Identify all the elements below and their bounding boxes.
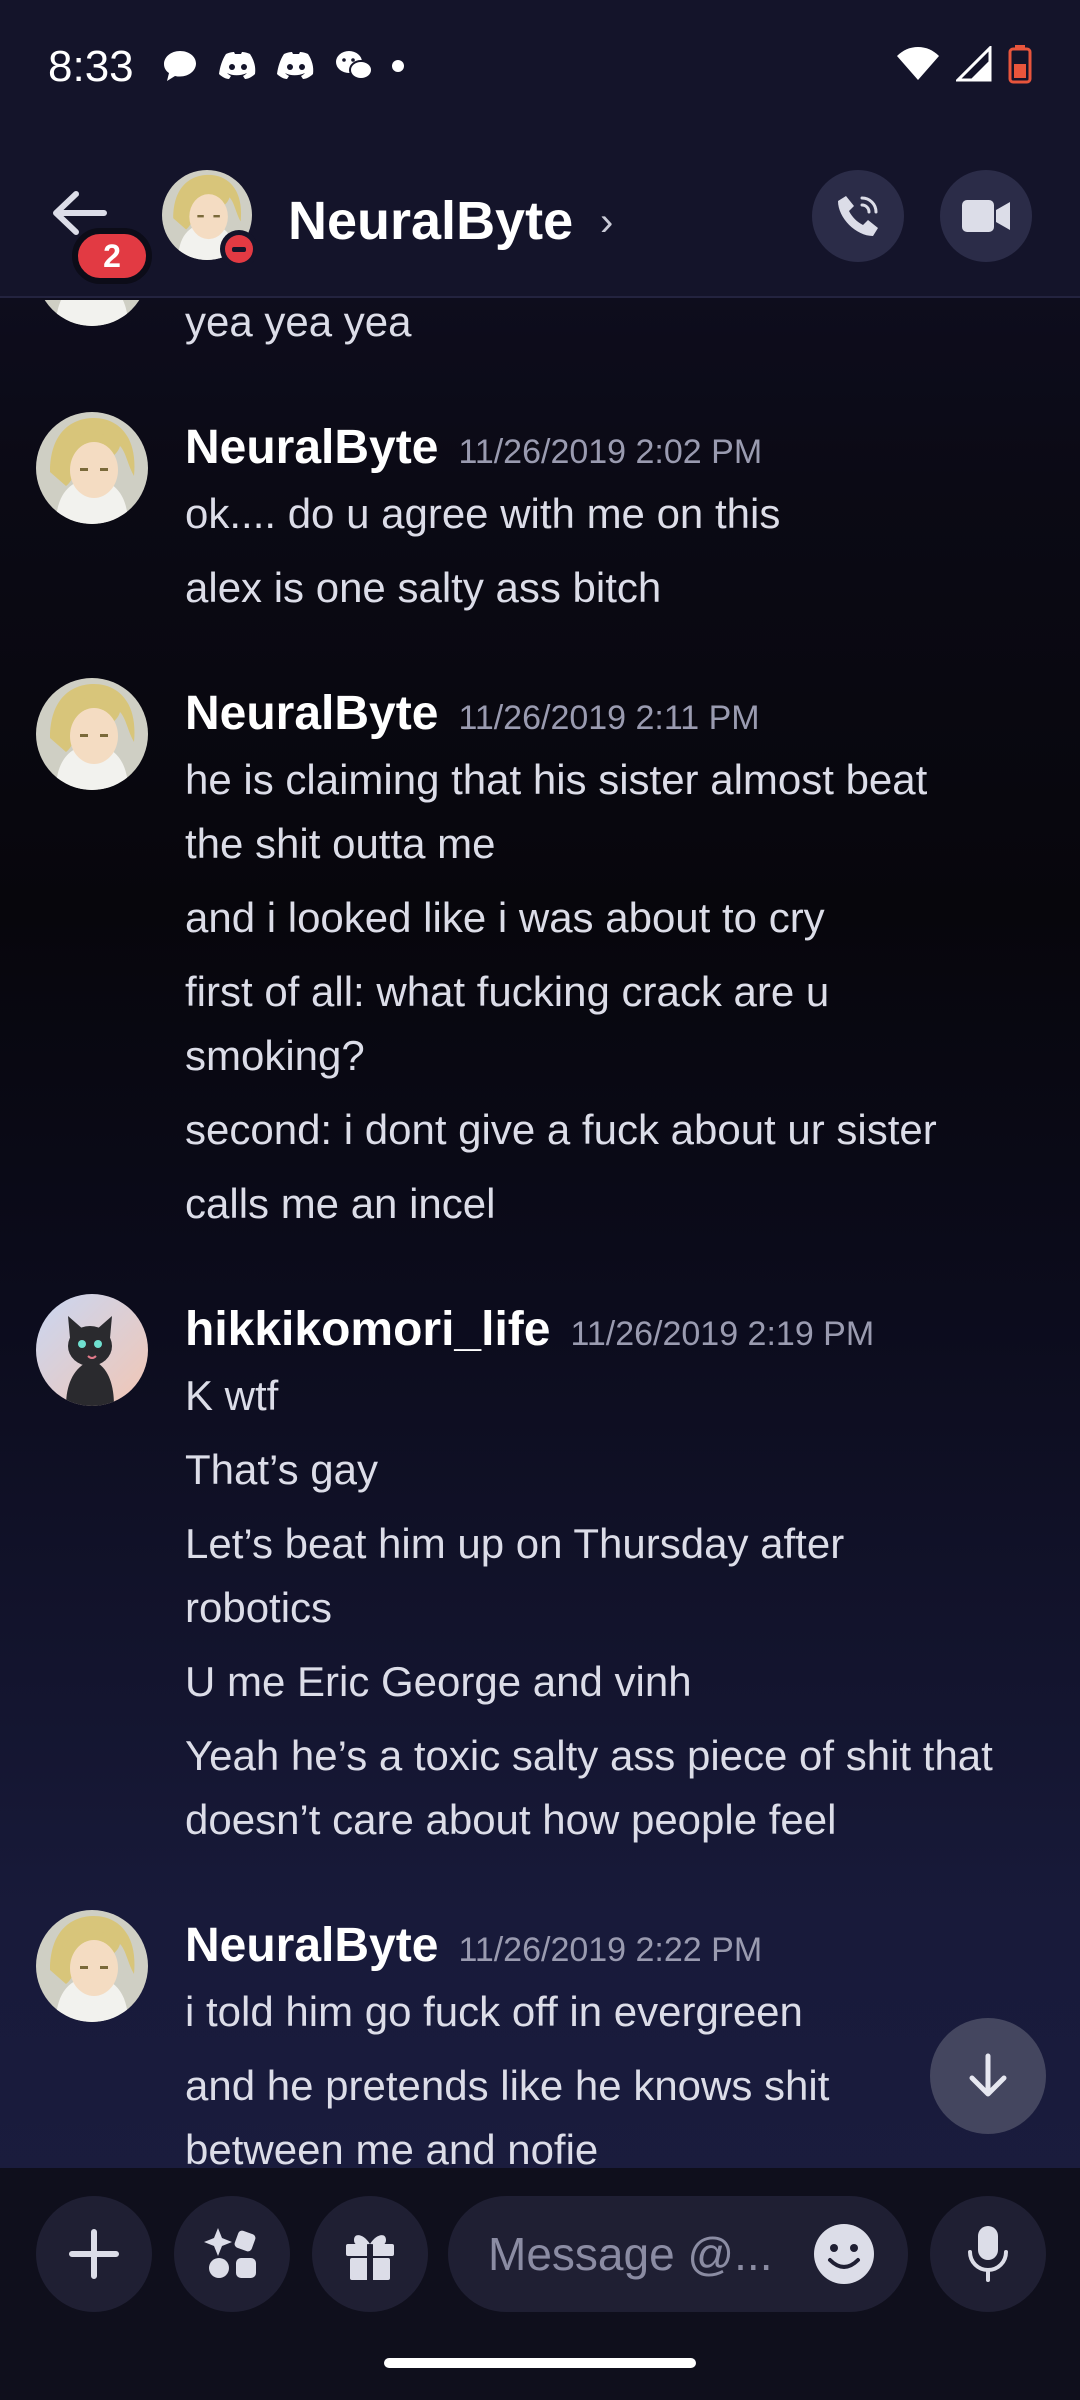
message-input[interactable]	[488, 2224, 788, 2284]
black-cat-avatar-icon	[36, 1294, 148, 1406]
message-text: yea yea yea	[185, 300, 412, 345]
message-author[interactable]: NeuralByte 11/26/2019 2:02 PM	[185, 420, 762, 475]
message-text[interactable]: and i looked like i was about to cry	[185, 886, 1045, 950]
message-text[interactable]: between me and nofie	[185, 2118, 1045, 2168]
message-timestamp: 11/26/2019 2:11 PM	[458, 699, 760, 737]
blonde-anime-avatar-icon	[36, 678, 148, 790]
message-list[interactable]: yea yea yea NeuralByte 11/26/2019 2:02 PM…	[0, 300, 1080, 2168]
gift-icon	[346, 2235, 394, 2280]
message-text[interactable]: the shit outta me	[185, 812, 1045, 876]
avatar[interactable]	[36, 1294, 148, 1406]
message-text[interactable]: calls me an incel	[185, 1172, 1045, 1236]
wifi-icon	[896, 46, 940, 87]
jump-to-bottom-button[interactable]	[930, 2018, 1046, 2134]
message-timestamp: 11/26/2019 2:19 PM	[570, 1315, 875, 1353]
emoji-button[interactable]	[812, 2222, 876, 2286]
attach-button[interactable]	[36, 2196, 152, 2312]
smiley-face-icon	[814, 2224, 874, 2284]
author-name[interactable]: NeuralByte	[185, 687, 438, 740]
message-text[interactable]: robotics	[185, 1576, 1045, 1640]
blonde-anime-avatar-icon	[36, 300, 148, 326]
more-notifications-dot	[392, 60, 404, 72]
chat-bubble-icon	[160, 48, 200, 84]
discord-icon	[218, 48, 258, 84]
avatar[interactable]	[36, 1910, 148, 2022]
author-name[interactable]: NeuralByte	[185, 1919, 438, 1972]
plus-icon	[69, 2229, 119, 2279]
dm-header: 2 NeuralByte ›	[0, 140, 1080, 298]
message-text[interactable]: alex is one salty ass bitch	[185, 556, 1045, 620]
avatar[interactable]	[36, 412, 148, 524]
voice-message-button[interactable]	[930, 2196, 1046, 2312]
message-author[interactable]: NeuralByte 11/26/2019 2:22 PM	[185, 1918, 762, 1973]
message-text[interactable]: That’s gay	[185, 1438, 1045, 1502]
notification-icons	[160, 48, 404, 84]
message-author[interactable]: hikkikomori_life 11/26/2019 2:19 PM	[185, 1302, 874, 1357]
home-indicator[interactable]	[384, 2358, 696, 2368]
video-camera-icon	[962, 200, 1010, 232]
avatar[interactable]	[36, 678, 148, 790]
message-text[interactable]: smoking?	[185, 1024, 1045, 1088]
apps-sparkle-icon	[204, 2228, 256, 2278]
wechat-icon	[334, 48, 374, 84]
battery-low-icon	[1008, 44, 1032, 89]
clock: 8:33	[48, 42, 134, 91]
chevron-right-icon[interactable]: ›	[600, 200, 613, 245]
contact-name[interactable]: NeuralByte	[288, 190, 573, 252]
unread-badge: 2	[72, 228, 152, 284]
author-name[interactable]: NeuralByte	[185, 421, 438, 474]
system-icons	[896, 44, 1032, 89]
author-name[interactable]: hikkikomori_life	[185, 1303, 550, 1356]
blonde-anime-avatar-icon	[36, 1910, 148, 2022]
message-text[interactable]: i told him go fuck off in evergreen	[185, 1980, 1045, 2044]
message-text[interactable]: he is claiming that his sister almost be…	[185, 748, 1045, 812]
microphone-icon	[968, 2226, 1008, 2282]
message-text[interactable]: K wtf	[185, 1364, 1045, 1428]
message-text[interactable]: Let’s beat him up on Thursday after	[185, 1512, 1045, 1576]
message-text[interactable]: ok.... do u agree with me on this	[185, 482, 1045, 546]
do-not-disturb-status-icon	[220, 230, 258, 268]
phone-icon	[838, 196, 878, 236]
cell-signal-icon	[954, 44, 992, 87]
message-composer	[0, 2168, 1080, 2400]
discord-icon	[276, 48, 316, 84]
avatar[interactable]	[36, 300, 148, 326]
gift-button[interactable]	[312, 2196, 428, 2312]
voice-call-button[interactable]	[812, 170, 904, 262]
message-text[interactable]: first of all: what fucking crack are u	[185, 960, 1045, 1024]
status-bar: 8:33	[0, 0, 1080, 140]
message-timestamp: 11/26/2019 2:22 PM	[458, 1931, 763, 1969]
arrow-down-icon	[969, 2053, 1007, 2097]
message-text[interactable]: Yeah he’s a toxic salty ass piece of shi…	[185, 1724, 1045, 1788]
message-timestamp: 11/26/2019 2:02 PM	[458, 433, 763, 471]
message-text[interactable]: and he pretends like he knows shit	[185, 2054, 1045, 2118]
message-author[interactable]: NeuralByte 11/26/2019 2:11 PM	[185, 686, 760, 741]
message-input-wrapper	[448, 2196, 908, 2312]
video-call-button[interactable]	[940, 170, 1032, 262]
message-text[interactable]: second: i dont give a fuck about ur sist…	[185, 1098, 1045, 1162]
blonde-anime-avatar-icon	[36, 412, 148, 524]
apps-button[interactable]	[174, 2196, 290, 2312]
message-text[interactable]: doesn’t care about how people feel	[185, 1788, 1045, 1852]
message-text[interactable]: U me Eric George and vinh	[185, 1650, 1045, 1714]
